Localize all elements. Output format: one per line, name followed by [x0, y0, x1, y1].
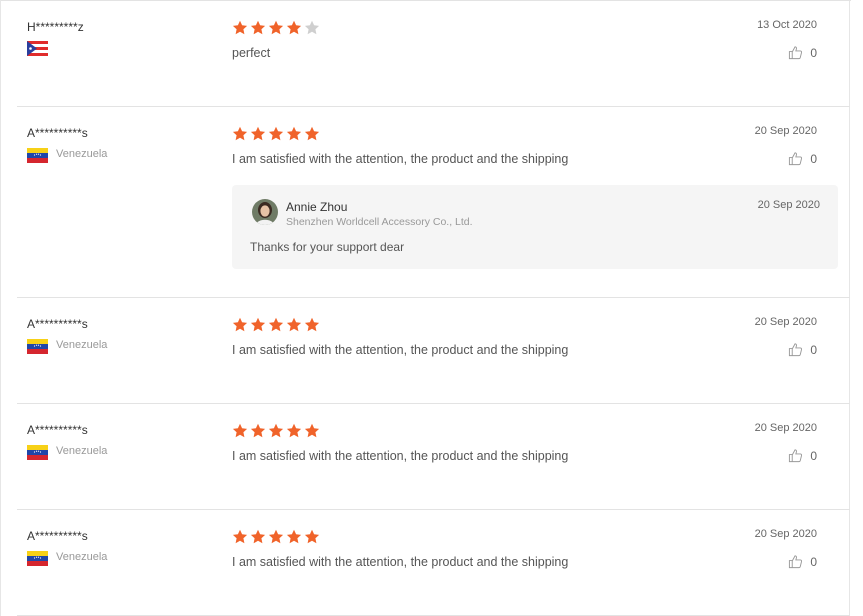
star-icon	[286, 317, 302, 332]
seller-avatar	[252, 199, 278, 225]
seller-reply: Annie Zhou Shenzhen Worldcell Accessory …	[232, 185, 838, 269]
reply-text: Thanks for your support dear	[250, 240, 405, 254]
seller-name: Annie Zhou	[286, 200, 348, 214]
reviewer-name: A**********s	[27, 126, 88, 140]
reply-date: 20 Sep 2020	[757, 199, 820, 211]
star-icon	[286, 423, 302, 438]
reviews-panel: H*********z perfect 13 Oct 2020 0 A*****…	[0, 0, 851, 616]
reviewer-name: H*********z	[27, 20, 84, 34]
review-date: 13 Oct 2020	[757, 19, 817, 31]
review-item: A**********s Venezuela I am satisfied wi…	[17, 404, 850, 510]
rating-stars	[232, 529, 320, 545]
thumbs-up-icon	[789, 449, 803, 463]
rating-stars	[232, 317, 320, 333]
star-icon	[232, 20, 248, 35]
like-button[interactable]: 0	[788, 151, 817, 166]
star-icon	[232, 423, 248, 438]
rating-stars	[232, 20, 320, 36]
venezuela-flag-icon	[27, 148, 48, 163]
like-count: 0	[810, 45, 817, 60]
star-icon	[250, 20, 266, 35]
review-text: I am satisfied with the attention, the p…	[232, 152, 569, 166]
like-count: 0	[810, 554, 817, 569]
star-icon	[268, 529, 284, 544]
review-text: perfect	[232, 46, 271, 60]
star-icon	[250, 529, 266, 544]
review-date: 20 Sep 2020	[754, 528, 817, 540]
thumbs-up-icon	[789, 46, 803, 60]
rating-stars	[232, 423, 320, 439]
thumbs-up-icon	[789, 152, 803, 166]
star-icon	[232, 529, 248, 544]
venezuela-flag-icon	[27, 445, 48, 460]
review-item: A**********s Venezuela I am satisfied wi…	[17, 510, 850, 616]
venezuela-flag-icon	[27, 551, 48, 566]
reviewer-country: Venezuela	[56, 551, 108, 563]
review-date: 20 Sep 2020	[754, 125, 817, 137]
review-text: I am satisfied with the attention, the p…	[232, 343, 569, 357]
seller-company: Shenzhen Worldcell Accessory Co., Ltd.	[286, 216, 473, 228]
review-text: I am satisfied with the attention, the p…	[232, 449, 569, 463]
like-button[interactable]: 0	[788, 342, 817, 357]
review-item: A**********s Venezuela I am satisfied wi…	[17, 298, 850, 404]
reviewer-name: A**********s	[27, 529, 88, 543]
like-count: 0	[810, 342, 817, 357]
star-icon	[268, 20, 284, 35]
star-icon	[304, 317, 320, 332]
thumbs-up-icon	[789, 343, 803, 357]
like-button[interactable]: 0	[788, 45, 817, 60]
thumbs-up-icon	[789, 555, 803, 569]
star-icon	[304, 20, 320, 35]
star-icon	[286, 126, 302, 141]
reviewer-country: Venezuela	[56, 339, 108, 351]
review-text: I am satisfied with the attention, the p…	[232, 555, 569, 569]
rating-stars	[232, 126, 320, 142]
like-count: 0	[810, 151, 817, 166]
reviewer-name: A**********s	[27, 423, 88, 437]
star-icon	[268, 317, 284, 332]
star-icon	[250, 317, 266, 332]
venezuela-flag-icon	[27, 339, 48, 354]
star-icon	[286, 20, 302, 35]
like-button[interactable]: 0	[788, 554, 817, 569]
like-button[interactable]: 0	[788, 448, 817, 463]
star-icon	[304, 423, 320, 438]
reviewer-country: Venezuela	[56, 148, 108, 160]
star-icon	[232, 317, 248, 332]
star-icon	[268, 423, 284, 438]
star-icon	[304, 126, 320, 141]
reviewer-country: Venezuela	[56, 445, 108, 457]
reviewer-name: A**********s	[27, 317, 88, 331]
review-date: 20 Sep 2020	[754, 422, 817, 434]
puerto-rico-flag-icon	[27, 41, 48, 56]
star-icon	[286, 529, 302, 544]
star-icon	[250, 423, 266, 438]
review-item: A**********s Venezuela I am satisfied wi…	[17, 107, 850, 298]
review-date: 20 Sep 2020	[754, 316, 817, 328]
star-icon	[268, 126, 284, 141]
like-count: 0	[810, 448, 817, 463]
star-icon	[232, 126, 248, 141]
review-item: H*********z perfect 13 Oct 2020 0	[17, 0, 850, 107]
star-icon	[250, 126, 266, 141]
star-icon	[304, 529, 320, 544]
